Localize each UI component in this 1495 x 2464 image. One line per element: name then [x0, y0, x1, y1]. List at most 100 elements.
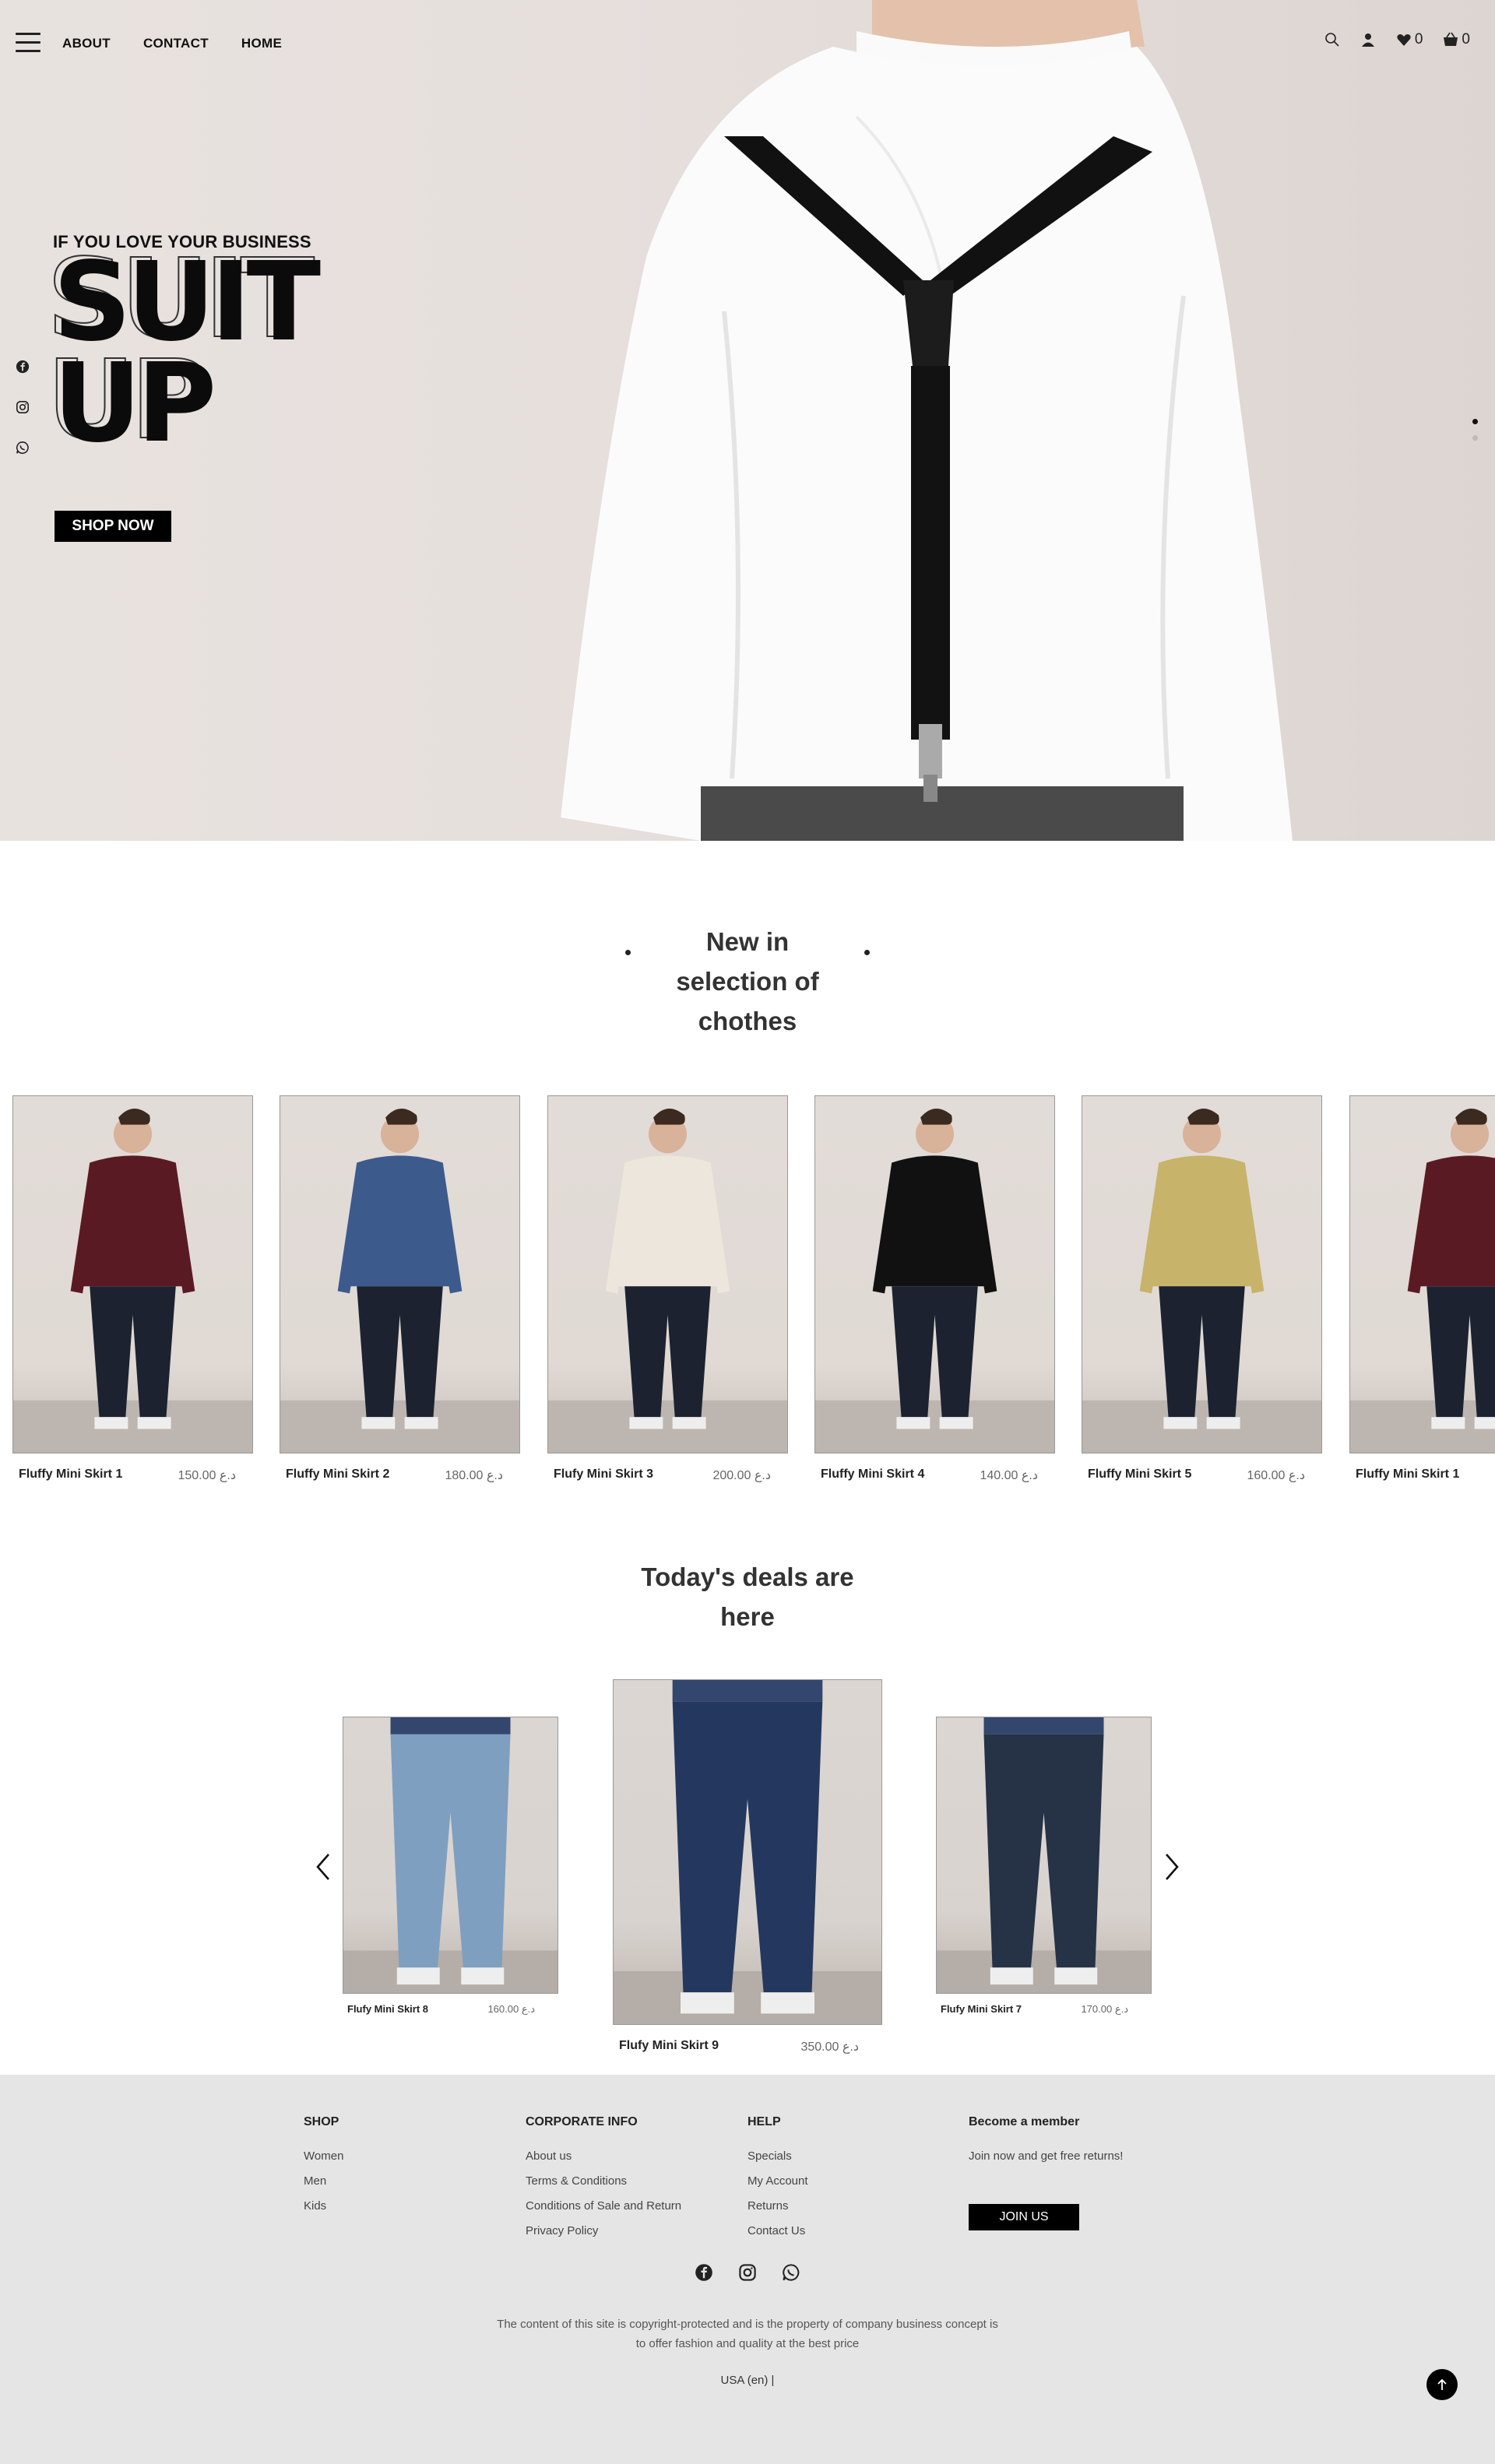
footer-link-terms[interactable]: Terms & Conditions — [526, 2174, 681, 2188]
product-image[interactable] — [12, 1095, 253, 1453]
join-us-button[interactable]: JOIN US — [969, 2204, 1079, 2230]
footer-link-men[interactable]: Men — [304, 2174, 343, 2188]
product-image[interactable] — [814, 1095, 1055, 1453]
hero-heading: SUIT SUIT UP UP — [46, 244, 321, 459]
product-card[interactable]: Fluffy Mini Skirt 5 160.00 د.ع — [1082, 1095, 1322, 1483]
footer-member-heading: Become a member — [969, 2115, 1080, 2128]
product-card[interactable]: Fluffy Mini Skirt 4 140.00 د.ع — [814, 1095, 1055, 1483]
whatsapp-icon[interactable] — [782, 2263, 800, 2282]
garment-illustration — [13, 1108, 252, 1453]
product-image[interactable] — [280, 1095, 520, 1453]
product-price: 180.00 د.ع — [445, 1469, 503, 1482]
product-card[interactable]: Fluffy Mini Skirt 1 — [1349, 1095, 1495, 1482]
deal-price: 160.00 د.ع — [487, 2003, 535, 2015]
footer-corporate-heading: CORPORATE INFO — [526, 2115, 638, 2128]
wishlist-count: 0 — [1414, 31, 1423, 47]
footer-corporate-column: CORPORATE INFO About us Terms & Conditio… — [526, 2115, 681, 2249]
wishlist-button[interactable]: 0 — [1396, 31, 1423, 48]
hero-slide-dots — [1472, 419, 1478, 441]
deals-next-arrow[interactable] — [1156, 1851, 1187, 1882]
footer-link-returns[interactable]: Returns — [748, 2199, 808, 2213]
product-card[interactable]: Fluffy Mini Skirt 2 180.00 د.ع — [280, 1095, 520, 1483]
footer-link-women[interactable]: Women — [304, 2149, 343, 2163]
product-image[interactable] — [1082, 1095, 1322, 1453]
chevron-left-icon — [316, 1854, 329, 1880]
deal-image[interactable] — [343, 1717, 558, 1994]
product-price: 150.00 د.ع — [178, 1469, 236, 1482]
new-in-title-line2: selection of — [676, 967, 819, 996]
product-name[interactable]: Fluffy Mini Skirt 4 — [821, 1468, 924, 1483]
footer-link-privacy[interactable]: Privacy Policy — [526, 2224, 681, 2237]
locale-selector[interactable]: USA (en) | — [0, 2374, 1495, 2387]
instagram-icon[interactable] — [16, 400, 30, 414]
footer-link-about[interactable]: About us — [526, 2149, 681, 2163]
nav-icons: 0 0 — [1324, 31, 1470, 48]
copyright-line1: The content of this site is copyright-pr… — [497, 2318, 998, 2331]
product-price: 160.00 د.ع — [1247, 1469, 1305, 1482]
top-navigation: ABOUT CONTACT HOME 0 0 — [0, 0, 1495, 86]
shop-now-button[interactable]: SHOP NOW — [55, 511, 171, 542]
product-price: 200.00 د.ع — [712, 1469, 771, 1482]
footer-link-kids[interactable]: Kids — [304, 2199, 343, 2213]
garment-illustration — [815, 1108, 1054, 1453]
product-name[interactable]: Fluffy Mini Skirt 1 — [19, 1468, 122, 1483]
heart-icon — [1397, 34, 1411, 46]
footer-help-heading: HELP — [748, 2115, 781, 2128]
nav-link-home[interactable]: HOME — [241, 36, 282, 51]
main-nav: ABOUT CONTACT HOME — [62, 36, 282, 51]
jeans-illustration — [343, 1717, 558, 1993]
menu-icon[interactable] — [16, 33, 40, 53]
footer-link-conditions[interactable]: Conditions of Sale and Return — [526, 2199, 681, 2213]
cart-count: 0 — [1462, 31, 1470, 47]
user-icon[interactable] — [1360, 32, 1376, 47]
deal-image[interactable] — [936, 1717, 1152, 1994]
hero-social-links — [16, 360, 30, 455]
deal-image[interactable] — [613, 1679, 882, 2025]
chevron-right-icon — [1166, 1854, 1179, 1880]
footer-link-contact[interactable]: Contact Us — [748, 2224, 808, 2237]
slide-dot-active[interactable] — [1472, 419, 1478, 424]
new-in-title: New in selection of chothes — [0, 922, 1495, 1041]
hero-image — [561, 0, 1293, 841]
hero-heading-line2: UP — [53, 340, 216, 467]
deals-title-line2: here — [720, 1602, 775, 1631]
new-in-product-carousel: Fluffy Mini Skirt 1 150.00 د.ع Fluffy Min… — [12, 1095, 1495, 1492]
jeans-illustration — [937, 1717, 1151, 1993]
product-card[interactable]: Flufy Mini Skirt 3 200.00 د.ع — [547, 1095, 788, 1483]
footer-link-specials[interactable]: Specials — [748, 2149, 808, 2163]
back-to-top-button[interactable] — [1426, 2369, 1458, 2400]
deal-name[interactable]: Flufy Mini Skirt 7 — [941, 2003, 1022, 2016]
facebook-icon[interactable] — [16, 360, 30, 374]
product-card[interactable]: Fluffy Mini Skirt 1 150.00 د.ع — [12, 1095, 253, 1483]
product-name[interactable]: Fluffy Mini Skirt 5 — [1088, 1468, 1191, 1483]
deal-card[interactable]: Flufy Mini Skirt 8 160.00 د.ع — [343, 1717, 558, 2016]
footer-link-account[interactable]: My Account — [748, 2174, 808, 2188]
product-name[interactable]: Flufy Mini Skirt 3 — [554, 1468, 653, 1483]
nav-link-about[interactable]: ABOUT — [62, 36, 111, 51]
cart-button[interactable]: 0 — [1443, 31, 1470, 48]
search-icon[interactable] — [1324, 32, 1340, 47]
footer-help-column: HELP Specials My Account Returns Contact… — [748, 2115, 808, 2249]
facebook-icon[interactable] — [695, 2263, 713, 2282]
slide-dot[interactable] — [1472, 435, 1478, 441]
new-in-title-line1: New in — [705, 927, 790, 956]
garment-illustration — [1082, 1108, 1321, 1453]
product-image[interactable] — [547, 1095, 788, 1453]
product-name[interactable]: Fluffy Mini Skirt 2 — [286, 1468, 389, 1483]
deals-prev-arrow[interactable] — [308, 1851, 339, 1882]
deal-card[interactable]: Flufy Mini Skirt 7 170.00 د.ع — [936, 1717, 1152, 2016]
product-name[interactable]: Fluffy Mini Skirt 1 — [1356, 1468, 1459, 1482]
deal-price: 170.00 د.ع — [1081, 2003, 1128, 2015]
garment-illustration — [280, 1108, 519, 1453]
deal-card-featured[interactable]: Flufy Mini Skirt 9 350.00 د.ع — [613, 1679, 882, 2055]
nav-link-contact[interactable]: CONTACT — [143, 36, 209, 51]
deal-price: 350.00 د.ع — [800, 2040, 859, 2054]
copyright-notice: The content of this site is copyright-pr… — [0, 2315, 1495, 2353]
instagram-icon[interactable] — [738, 2263, 757, 2282]
whatsapp-icon[interactable] — [16, 441, 30, 455]
deal-name[interactable]: Flufy Mini Skirt 8 — [347, 2003, 428, 2016]
deal-name[interactable]: Flufy Mini Skirt 9 — [619, 2039, 719, 2055]
product-image[interactable] — [1349, 1095, 1495, 1453]
copyright-line2: to offer fashion and quality at the best… — [635, 2337, 860, 2350]
footer-social-links — [0, 2263, 1495, 2282]
